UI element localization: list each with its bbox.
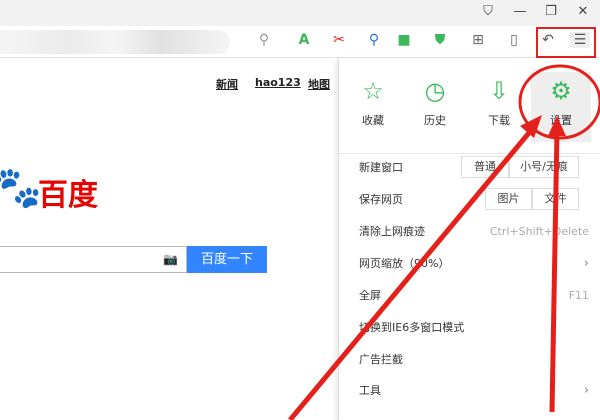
game-icon[interactable]: ■ — [394, 32, 414, 48]
close-icon[interactable]: ✕ — [573, 4, 593, 19]
link-news[interactable]: 新闻 — [216, 76, 238, 92]
restore-icon[interactable]: ❐ — [541, 4, 561, 19]
toolbar: ⚲ A ✂ ⚲ ■ ⛊ ⊞ ▯ ↶ ☰ — [0, 26, 600, 58]
clock-icon: ◷ — [424, 77, 446, 105]
menu-adblock[interactable]: 广告拦截 — [359, 350, 589, 370]
mobile-icon[interactable]: ▯ — [504, 32, 524, 48]
new-window-incognito[interactable]: 小号/无痕 — [509, 156, 579, 178]
annotation-highlight-box — [536, 27, 596, 58]
menu-tools[interactable]: 工具 › — [359, 381, 589, 401]
save-as-file[interactable]: 文件 — [532, 188, 579, 210]
menu-favorites[interactable]: ☆ 收藏 — [343, 76, 403, 128]
link-hao123[interactable]: hao123 — [255, 76, 301, 89]
save-as-image[interactable]: 图片 — [485, 188, 532, 210]
search-input[interactable]: 📷 — [0, 246, 187, 273]
paw-icon: 🐾 — [0, 165, 42, 211]
address-bar[interactable] — [0, 30, 230, 54]
apps-icon[interactable]: ⊞ — [468, 32, 488, 48]
menu-save-page: 保存网页 图片 文件 — [359, 188, 589, 210]
find-icon[interactable]: ⚲ — [364, 32, 384, 48]
menu-settings[interactable]: ⚙ 设置 — [531, 72, 591, 142]
chevron-right-icon: › — [583, 256, 589, 271]
new-window-normal[interactable]: 普通 — [461, 156, 509, 178]
security-icon[interactable]: ⛊ — [430, 32, 450, 48]
menu-fullscreen[interactable]: 全屏 F11 — [359, 286, 589, 306]
chevron-right-icon: › — [583, 383, 589, 398]
search-button[interactable]: 百度一下 — [187, 246, 267, 273]
title-bar: ⛉ — ❐ ✕ — [0, 0, 600, 26]
minimize-icon[interactable]: — — [510, 4, 530, 19]
divider — [339, 153, 600, 154]
skin-icon[interactable]: ⛉ — [478, 4, 498, 19]
menu-downloads[interactable]: ⇩ 下载 — [469, 76, 529, 128]
download-icon: ⇩ — [488, 77, 510, 105]
search-icon[interactable]: ⚲ — [254, 32, 274, 48]
screenshot-icon[interactable]: ✂ — [329, 32, 349, 48]
gear-icon: ⚙ — [550, 77, 572, 105]
link-map[interactable]: 地图 — [308, 76, 330, 92]
menu-page-zoom[interactable]: 网页缩放（90%） › — [359, 254, 589, 274]
star-icon: ☆ — [362, 77, 384, 105]
menu-clear-history[interactable]: 清除上网痕迹 Ctrl+Shift+Delete — [359, 222, 589, 242]
main-menu: ☆ 收藏 ◷ 历史 ⇩ 下载 ⚙ 设置 新建窗口 普通 小号/无痕 保存网页 图片 文件… — [338, 58, 600, 420]
camera-icon[interactable]: 📷 — [163, 252, 178, 266]
menu-new-window: 新建窗口 普通 小号/无痕 — [359, 156, 589, 178]
translate-icon[interactable]: A — [294, 32, 314, 48]
menu-history[interactable]: ◷ 历史 — [405, 76, 465, 128]
menu-ie6-mode[interactable]: 切换到IE6多窗口模式 — [359, 318, 589, 338]
